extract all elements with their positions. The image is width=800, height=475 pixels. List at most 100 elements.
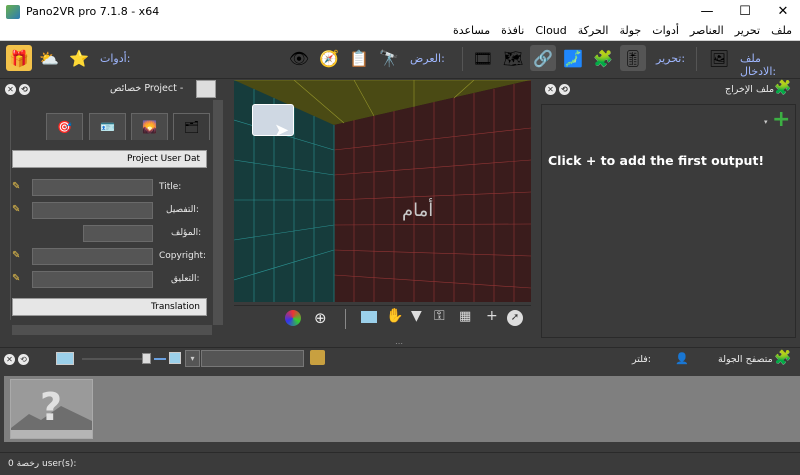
output-panel-title: ملف الإخراج — [725, 84, 775, 95]
close-panel-icon[interactable]: ✕ — [5, 84, 16, 95]
id-card-icon: 🪪 — [100, 120, 115, 134]
menu-edit[interactable]: تحرير — [735, 24, 760, 37]
thumb-size-slider-track[interactable] — [82, 358, 142, 360]
properties-panel-icon — [196, 80, 216, 98]
panorama-viewer[interactable]: ➤ أمام — [234, 80, 531, 302]
weather-icon[interactable]: ⛅ — [36, 45, 62, 71]
tour-browser-icon[interactable]: 🧩 — [590, 45, 616, 71]
properties-vertical-scrollbar[interactable] — [213, 100, 223, 325]
panorama-mode-icon[interactable] — [361, 311, 377, 323]
viewer-toolbar: ⊕ ✋ ▼ ⚿ ▦ + ➚ — [234, 305, 531, 331]
menu-elements[interactable]: العناصر — [690, 24, 724, 37]
output-panel-icon: 🧩 — [774, 80, 792, 96]
edit-copyright-pencil-icon[interactable]: ✎ — [12, 250, 22, 262]
app-logo-icon — [6, 4, 20, 19]
copyright-field[interactable] — [32, 248, 153, 265]
add-output-plus-icon[interactable]: + — [772, 109, 790, 131]
input-file-label: ملف الادخال: — [740, 52, 777, 78]
tour-node-icon[interactable]: 🔗 — [530, 45, 556, 71]
viewer-toolbar-separator — [345, 309, 346, 329]
output-list-area — [541, 104, 796, 338]
add-output-dropdown-icon[interactable]: ▾ — [764, 118, 768, 126]
plus-cross-icon[interactable]: + — [486, 308, 498, 324]
filter-user-icon[interactable]: 👤 — [675, 352, 693, 366]
film-reel-icon[interactable]: 🎞 — [470, 45, 496, 71]
float-panel-icon[interactable]: ⟲ — [19, 84, 30, 95]
close-tour-browser-icon[interactable]: ✕ — [4, 354, 15, 365]
project-user-data-section[interactable]: Project User Dat — [12, 150, 207, 168]
license-status: رخصة 0 user(s): — [8, 459, 77, 469]
grid-icon[interactable]: ▦ — [459, 309, 471, 324]
window-title: Pano2VR pro 7.1.8 - x64 — [26, 5, 160, 18]
filter-label: فلتر: — [632, 354, 651, 365]
tag-filter-icon[interactable] — [310, 350, 325, 365]
thumb-size-slider-handle[interactable] — [142, 353, 151, 364]
small-thumb-icon — [56, 352, 74, 365]
binoculars-icon[interactable]: 🔭 — [376, 45, 402, 71]
author-label: المؤلف: — [171, 228, 202, 238]
search-dropdown-icon[interactable]: ▾ — [185, 350, 200, 367]
stars-tool-icon[interactable]: ⭐ — [66, 45, 92, 71]
large-thumb-icon — [169, 352, 181, 364]
float-tour-browser-icon[interactable]: ⟲ — [18, 354, 29, 365]
compass-view-icon[interactable]: 🧭 — [316, 45, 342, 71]
front-face-label: أمام — [402, 200, 434, 221]
minimize-button[interactable]: — — [692, 0, 722, 23]
hand-pan-icon[interactable]: ✋ — [386, 308, 403, 324]
title-field[interactable] — [32, 179, 153, 196]
panorama-thumbnail[interactable]: ? — [10, 379, 93, 439]
status-bar: رخصة 0 user(s): — [0, 452, 800, 475]
comment-field[interactable] — [32, 271, 153, 288]
projection-icon[interactable]: ▼ — [411, 308, 422, 324]
edit-description-pencil-icon[interactable]: ✎ — [12, 204, 22, 216]
title-label: Title: — [159, 182, 182, 192]
clipboard-icon[interactable]: 📋 — [346, 45, 372, 71]
maximize-button[interactable]: ☐ — [730, 0, 760, 23]
tour-browser-title: متصفح الجولة — [718, 354, 773, 365]
author-field[interactable] — [83, 225, 153, 242]
menu-tour[interactable]: جولة — [619, 24, 641, 37]
translation-section[interactable]: Translation — [12, 298, 207, 316]
color-wheel-icon[interactable] — [285, 310, 301, 326]
title-bar: Pano2VR pro 7.1.8 - x64 — ☐ ✕ — [0, 0, 800, 23]
properties-horizontal-scrollbar[interactable] — [12, 325, 212, 335]
placeholder-image-icon: ? — [11, 380, 92, 438]
main-toolbar: 🎁 ⛅ ⭐ أدوات: 👁 🧭 📋 🔭 العرض: 🎞 🗺 🔗 🗾 🧩 🎚 … — [0, 41, 800, 79]
menu-help[interactable]: مساعدة — [453, 24, 490, 37]
tab-viewing-parameters[interactable]: 🎯 — [46, 113, 83, 140]
menu-cloud[interactable]: Cloud — [535, 24, 566, 37]
properties-panel-title: خصائص Project - — [110, 83, 184, 94]
tools-package-icon[interactable]: 🎁 — [6, 45, 32, 71]
input-image-icon[interactable]: 🖼 — [706, 45, 732, 71]
view-label: العرض: — [410, 52, 445, 65]
toolbar-separator — [462, 47, 463, 71]
google-maps-icon[interactable]: 🗺 — [500, 45, 526, 71]
description-field[interactable] — [32, 202, 153, 219]
key-icon[interactable]: ⚿ — [434, 308, 445, 324]
menu-window[interactable]: نافذة — [501, 24, 524, 37]
toolbar-separator — [696, 47, 697, 71]
comment-label: التعليق: — [171, 274, 200, 284]
map-icon[interactable]: 🗾 — [560, 45, 586, 71]
tab-panorama[interactable]: 🌄 — [131, 113, 168, 140]
menu-tools[interactable]: أدوات — [652, 24, 679, 37]
compass-icon[interactable]: ➚ — [507, 310, 523, 326]
close-button[interactable]: ✕ — [768, 0, 798, 23]
close-output-panel-icon[interactable]: ✕ — [545, 84, 556, 95]
thumb-size-slider-fill — [154, 358, 166, 360]
edit-comment-pencil-icon[interactable]: ✎ — [12, 273, 22, 285]
svg-text:?: ? — [40, 385, 62, 429]
menu-file[interactable]: ملف — [771, 24, 792, 37]
search-input[interactable] — [201, 350, 304, 367]
crosshair-icon[interactable]: ⊕ — [314, 309, 327, 327]
edit-title-pencil-icon[interactable]: ✎ — [12, 181, 22, 193]
app-window: Pano2VR pro 7.1.8 - x64 — ☐ ✕ ملف تحرير … — [0, 0, 800, 475]
menu-bar: ملف تحرير العناصر أدوات جولة الحركة Clou… — [0, 23, 800, 41]
menu-animation[interactable]: الحركة — [578, 24, 609, 37]
tab-user-data[interactable]: 🪪 — [89, 113, 126, 140]
sliders-icon[interactable]: 🎚 — [620, 45, 646, 71]
float-output-panel-icon[interactable]: ⟲ — [559, 84, 570, 95]
view-eye-icon[interactable]: 👁 — [286, 45, 312, 71]
description-label: التفصيل: — [166, 205, 199, 215]
tab-layers[interactable]: 🗂 — [173, 113, 210, 140]
